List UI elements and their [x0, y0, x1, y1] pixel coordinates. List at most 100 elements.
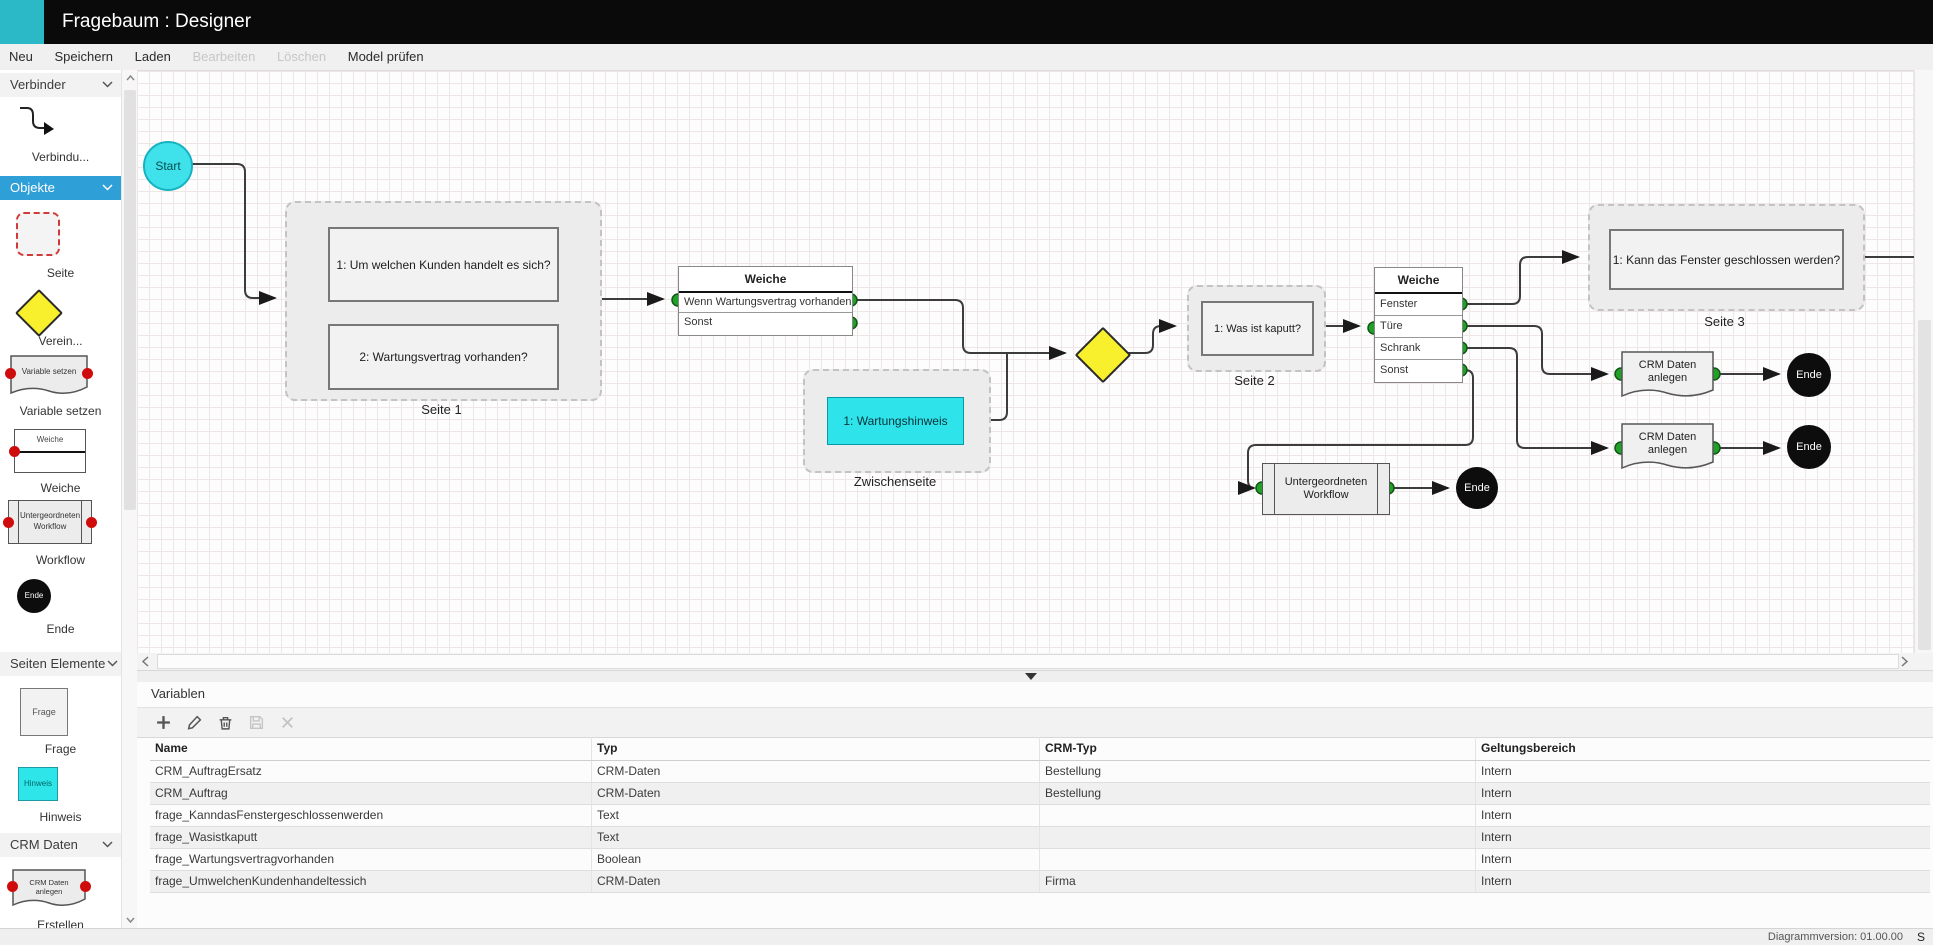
page-label-seite3: Seite 3 [1588, 314, 1861, 329]
diagram-version-text: Diagrammversion: 01.00.00 [1768, 931, 1903, 943]
section-objekte[interactable]: Objekte [0, 176, 121, 200]
scroll-left-icon[interactable] [142, 656, 149, 667]
question-node[interactable]: 2: Wartungsvertrag vorhanden? [328, 324, 559, 390]
ende-node[interactable]: Ende [1456, 467, 1498, 509]
cell-typ: Boolean [592, 849, 1040, 870]
weiche2-row[interactable]: Fenster [1375, 294, 1462, 316]
cell-name: CRM_AuftragErsatz [150, 761, 592, 782]
column-header-typ[interactable]: Typ [592, 737, 1040, 760]
menu-neu[interactable]: Neu [0, 44, 42, 69]
chevron-down-icon [107, 660, 118, 667]
cell-crm-typ [1040, 805, 1476, 826]
hinweis-node[interactable]: 1: Wartungshinweis [827, 397, 964, 445]
canvas-vscrollbar[interactable] [1914, 70, 1933, 653]
connector[interactable] [851, 300, 1065, 353]
scrollbar-thumb[interactable] [1918, 320, 1931, 650]
scroll-down-icon[interactable] [126, 917, 135, 923]
frage-shape-icon[interactable]: Frage [20, 688, 68, 736]
workflow-node[interactable]: Untergeordneten Workflow [1262, 463, 1390, 515]
column-header-name[interactable]: Name [150, 737, 592, 760]
diagram-canvas[interactable]: Start 1: Um welchen Kunden handelt es si… [137, 70, 1914, 654]
palette-item-frage[interactable]: Frage [0, 742, 121, 756]
palette-item-verbindung[interactable]: Verbindu... [0, 150, 121, 164]
page-label-seite2: Seite 2 [1187, 373, 1322, 388]
palette-item-workflow[interactable]: Workflow [0, 553, 121, 567]
scroll-right-icon[interactable] [1901, 656, 1908, 667]
connector[interactable] [1461, 326, 1607, 374]
palette-item-verein[interactable]: Verein... [0, 334, 121, 348]
connector[interactable] [1120, 326, 1175, 353]
palette-item-hinweis[interactable]: Hinweis [0, 810, 121, 824]
table-row[interactable]: frage_Wasistkaputt Text Intern [150, 827, 1930, 849]
edit-variable-button[interactable] [186, 714, 203, 731]
weiche2-node[interactable]: Weiche Fenster Türe Schrank Sonst [1374, 267, 1463, 383]
weiche1-row[interactable]: Wenn Wartungsvertrag vorhanden [679, 293, 852, 313]
seite-shape-icon[interactable] [16, 212, 60, 256]
connector[interactable] [1461, 257, 1578, 304]
weiche1-node[interactable]: Weiche Wenn Wartungsvertrag vorhanden So… [678, 266, 853, 336]
scrollbar-thumb[interactable] [157, 654, 1899, 669]
table-row[interactable]: frage_KanndasFenstergeschlossenwerden Te… [150, 805, 1930, 827]
weiche2-row[interactable]: Türe [1375, 316, 1462, 338]
connector[interactable] [1461, 348, 1607, 448]
variable-setzen-shape-icon[interactable]: Variable setzen [10, 355, 88, 397]
weiche2-row[interactable]: Sonst [1375, 360, 1462, 381]
weiche1-row[interactable]: Sonst [679, 313, 852, 332]
hinweis-shape-icon[interactable]: Hinweis [18, 767, 58, 801]
crm-anlegen-shape-icon[interactable]: CRM Daten anlegen [12, 869, 86, 909]
ende-node[interactable]: Ende [1787, 353, 1831, 397]
palette-item-ende[interactable]: Ende [0, 622, 121, 636]
workflow-shape-icon[interactable]: Untergeordneten Workflow [8, 500, 92, 544]
variables-toolbar [137, 707, 1933, 738]
table-row[interactable]: CRM_Auftrag CRM-Daten Bestellung Intern [150, 783, 1930, 805]
section-verbinder-label: Verbinder [10, 73, 66, 97]
add-variable-button[interactable] [155, 714, 172, 731]
scroll-up-icon[interactable] [126, 75, 135, 81]
crm-daten-anlegen-node[interactable]: CRM Daten anlegen [1621, 351, 1714, 401]
column-header-crm-typ[interactable]: CRM-Typ [1040, 737, 1476, 760]
palette-item-weiche[interactable]: Weiche [0, 481, 121, 495]
red-port-dot [9, 446, 20, 457]
crm-daten-anlegen-node[interactable]: CRM Daten anlegen [1621, 423, 1714, 473]
app-window: Fragebaum : Designer Neu Speichern Laden… [0, 0, 1933, 945]
table-row[interactable]: CRM_AuftragErsatz CRM-Daten Bestellung I… [150, 761, 1930, 783]
column-header-geltungsbereich[interactable]: Geltungsbereich [1476, 737, 1930, 760]
menu-bearbeiten: Bearbeiten [183, 44, 264, 69]
cell-geltungsbereich: Intern [1476, 871, 1930, 892]
weiche-shape-icon[interactable]: Weiche [14, 429, 86, 473]
question-node[interactable]: 1: Kann das Fenster geschlossen werden? [1609, 229, 1844, 290]
question-node[interactable]: 1: Um welchen Kunden handelt es sich? [328, 227, 559, 302]
verein-diamond-icon[interactable] [15, 289, 63, 337]
cell-typ: CRM-Daten [592, 761, 1040, 782]
weiche2-row[interactable]: Schrank [1375, 338, 1462, 360]
ende-shape-icon[interactable]: Ende [17, 579, 51, 613]
red-port-dot [82, 368, 93, 379]
ende-node[interactable]: Ende [1787, 425, 1831, 469]
delete-variable-button[interactable] [217, 714, 234, 731]
section-seiten-elemente[interactable]: Seiten Elemente [0, 652, 121, 676]
menu-laden[interactable]: Laden [126, 44, 180, 69]
palette-item-variable-setzen[interactable]: Variable setzen [0, 404, 121, 418]
section-crm-daten[interactable]: CRM Daten [0, 833, 121, 857]
table-row[interactable]: frage_UmwelchenKundenhandeltessich CRM-D… [150, 871, 1930, 893]
table-row[interactable]: frage_Wartungsvertragvorhanden Boolean I… [150, 849, 1930, 871]
section-verbinder[interactable]: Verbinder [0, 73, 121, 97]
start-node[interactable]: Start [143, 141, 193, 191]
connector-tool-icon[interactable] [14, 102, 60, 144]
splitter-collapse-icon[interactable] [1025, 673, 1037, 680]
scrollbar-thumb[interactable] [124, 90, 136, 510]
menu-model-pruefen[interactable]: Model prüfen [339, 44, 433, 69]
canvas-hscrollbar[interactable] [137, 653, 1933, 670]
palette-item-seite[interactable]: Seite [0, 266, 121, 280]
menu-bar: Neu Speichern Laden Bearbeiten Löschen M… [0, 44, 1933, 71]
section-seiten-elemente-label: Seiten Elemente [10, 652, 105, 676]
palette-sidebar: Verbinder Verbindu... Objekte Seite Vere… [0, 70, 121, 928]
question-node[interactable]: 1: Was ist kaputt? [1201, 301, 1314, 356]
connector[interactable] [189, 164, 275, 298]
cell-crm-typ: Bestellung [1040, 761, 1476, 782]
cell-geltungsbereich: Intern [1476, 783, 1930, 804]
variables-table: Name Typ CRM-Typ Geltungsbereich CRM_Auf… [150, 737, 1930, 893]
sidebar-scrollbar[interactable] [121, 70, 138, 928]
menu-speichern[interactable]: Speichern [45, 44, 122, 69]
workflow-icon-text: Untergeordneten Workflow [19, 510, 81, 532]
